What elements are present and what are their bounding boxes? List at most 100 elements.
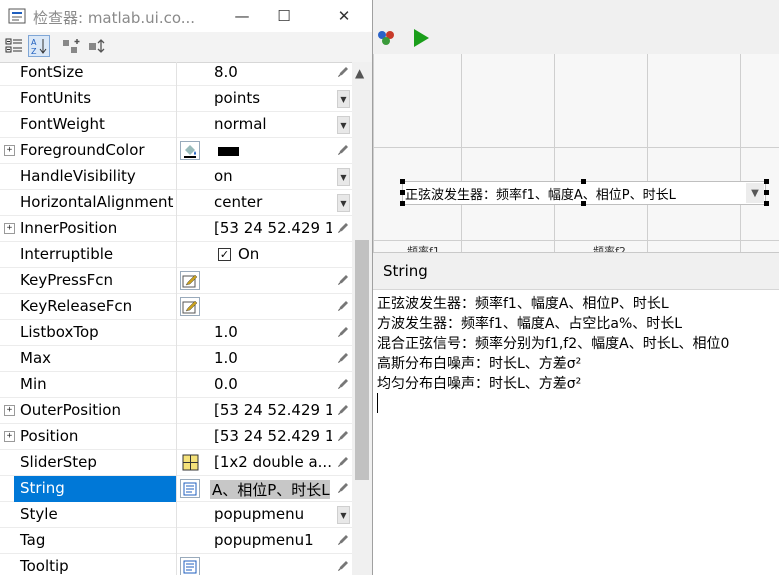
alphabetical-sort-button[interactable]: A Z <box>28 35 50 57</box>
edit-pencil-icon[interactable] <box>336 273 350 287</box>
string-line[interactable]: 方波发生器：频率f1、幅度A、占空比a%、时长L <box>377 313 682 333</box>
edit-pencil-icon[interactable] <box>336 143 350 157</box>
dropdown-arrow-icon[interactable]: ▼ <box>337 116 350 134</box>
expand-icon[interactable]: + <box>4 223 15 234</box>
property-value[interactable]: normal <box>214 115 332 133</box>
property-row[interactable]: Tooltip <box>0 554 352 575</box>
property-value[interactable]: [1x2 double a... <box>214 453 332 471</box>
property-row[interactable]: + ForegroundColor <box>0 138 352 164</box>
property-row[interactable]: Max 1.0 <box>0 346 352 372</box>
property-row[interactable]: + Position [53 24 52.429 1.3... <box>0 424 352 450</box>
resize-handle[interactable] <box>764 190 769 195</box>
edit-pencil-icon[interactable] <box>336 325 350 339</box>
resize-handle[interactable] <box>764 201 769 206</box>
expand-all-button[interactable] <box>60 35 82 57</box>
run-icon[interactable] <box>411 27 431 49</box>
string-line[interactable]: 正弦波发生器：频率f1、幅度A、相位P、时长L <box>377 293 669 313</box>
maximize-button[interactable]: ☐ <box>260 0 308 32</box>
text-editor-button[interactable] <box>180 479 200 498</box>
property-name: HorizontalAlignment <box>20 193 174 211</box>
property-value[interactable]: [53 24 52.429 1.3... <box>214 427 332 445</box>
property-row[interactable]: Interruptible ✓ On <box>0 242 352 268</box>
edit-pencil-icon[interactable] <box>336 559 350 573</box>
edit-pencil-icon[interactable] <box>336 403 350 417</box>
property-row[interactable]: FontUnits points ▼ <box>0 86 352 112</box>
property-grid: FontSize 8.0 FontUnits points ▼ FontWeight nor… <box>0 62 352 575</box>
edit-pencil-icon[interactable] <box>336 299 350 313</box>
resize-handle[interactable] <box>581 201 586 206</box>
edit-pencil-icon[interactable] <box>336 377 350 391</box>
string-line[interactable]: 高斯分布白噪声：时长L、方差σ² <box>377 353 581 373</box>
edit-pencil-icon[interactable] <box>336 351 350 365</box>
expand-icon[interactable]: + <box>4 405 15 416</box>
grid-line <box>740 54 741 252</box>
scroll-up-icon[interactable]: ▲ <box>355 66 364 80</box>
scrollbar-thumb[interactable] <box>355 240 369 480</box>
callback-editor-button[interactable] <box>180 297 200 316</box>
callback-editor-button[interactable] <box>180 271 200 290</box>
property-value[interactable]: [53 24 52.429 1.3... <box>214 219 332 237</box>
object-browser-icon[interactable] <box>376 27 396 47</box>
property-grid-scrollbar[interactable]: ▲ <box>352 62 372 575</box>
property-row[interactable]: + OuterPosition [53 24 52.429 1.3... <box>0 398 352 424</box>
minimize-button[interactable]: — <box>218 0 266 32</box>
dropdown-arrow-icon[interactable]: ▼ <box>337 194 350 212</box>
property-value[interactable]: A、相位P、时长L <box>212 479 330 500</box>
property-value[interactable]: 8.0 <box>214 63 332 81</box>
close-button[interactable]: ✕ <box>320 0 368 32</box>
expand-icon[interactable]: + <box>4 145 15 156</box>
title-bar[interactable]: 检查器: matlab.ui.co... — ☐ ✕ <box>0 0 372 32</box>
resize-handle[interactable] <box>400 179 405 184</box>
property-value[interactable]: points <box>214 89 332 107</box>
property-row[interactable]: KeyReleaseFcn <box>0 294 352 320</box>
property-row[interactable]: KeyPressFcn <box>0 268 352 294</box>
edit-pencil-icon[interactable] <box>336 65 350 79</box>
property-value: On <box>238 245 260 263</box>
color-picker-button[interactable] <box>180 141 200 160</box>
resize-handle[interactable] <box>764 179 769 184</box>
property-value[interactable]: 1.0 <box>214 323 332 341</box>
property-row[interactable]: FontSize 8.0 <box>0 62 352 86</box>
property-row[interactable]: Style popupmenu ▼ <box>0 502 352 528</box>
dropdown-arrow-icon[interactable]: ▼ <box>337 506 350 524</box>
property-row[interactable]: SliderStep [1x2 double a... <box>0 450 352 476</box>
string-line[interactable]: 混合正弦信号：频率分别为f1,f2、幅度A、时长L、相位0 <box>377 333 729 353</box>
text-editor-button[interactable] <box>180 557 200 575</box>
property-row[interactable]: Tag popupmenu1 <box>0 528 352 554</box>
figure-canvas[interactable]: 正弦波发生器：频率f1、幅度A、相位P、时长L ▼ 频率f1 频率f2 <box>373 54 779 258</box>
property-value[interactable]: 1.0 <box>214 349 332 367</box>
edit-pencil-icon[interactable] <box>336 481 350 495</box>
column-divider <box>176 320 177 346</box>
property-row[interactable]: ListboxTop 1.0 <box>0 320 352 346</box>
property-row[interactable]: Min 0.0 <box>0 372 352 398</box>
matrix-editor-button[interactable] <box>180 453 200 472</box>
resize-handle[interactable] <box>581 179 586 184</box>
property-row[interactable]: FontWeight normal ▼ <box>0 112 352 138</box>
edit-pencil-icon[interactable] <box>336 533 350 547</box>
color-swatch[interactable] <box>218 147 239 156</box>
property-value[interactable]: popupmenu <box>214 505 332 523</box>
property-value[interactable]: on <box>214 167 332 185</box>
resize-handle[interactable] <box>400 201 405 206</box>
property-value[interactable]: [53 24 52.429 1.3... <box>214 401 332 419</box>
collapse-all-button[interactable] <box>86 35 108 57</box>
property-value[interactable]: popupmenu1 <box>214 531 332 549</box>
property-inspector-window: 检查器: matlab.ui.co... — ☐ ✕ A Z FontSize … <box>0 0 373 575</box>
string-line[interactable]: 均匀分布白噪声：时长L、方差σ² <box>377 373 581 393</box>
categorized-view-button[interactable] <box>3 35 25 57</box>
property-value[interactable]: 0.0 <box>214 375 332 393</box>
property-row[interactable]: String A、相位P、时长L <box>0 476 352 502</box>
chevron-down-icon[interactable]: ▼ <box>746 183 764 203</box>
edit-pencil-icon[interactable] <box>336 221 350 235</box>
dropdown-arrow-icon[interactable]: ▼ <box>337 90 350 108</box>
edit-pencil-icon[interactable] <box>336 429 350 443</box>
resize-handle[interactable] <box>400 190 405 195</box>
expand-icon[interactable]: + <box>4 431 15 442</box>
property-row[interactable]: HorizontalAlignment center ▼ <box>0 190 352 216</box>
property-row[interactable]: + InnerPosition [53 24 52.429 1.3... <box>0 216 352 242</box>
checkbox[interactable]: ✓ <box>218 248 231 261</box>
edit-pencil-icon[interactable] <box>336 455 350 469</box>
property-row[interactable]: HandleVisibility on ▼ <box>0 164 352 190</box>
dropdown-arrow-icon[interactable]: ▼ <box>337 168 350 186</box>
property-value[interactable]: center <box>214 193 332 211</box>
